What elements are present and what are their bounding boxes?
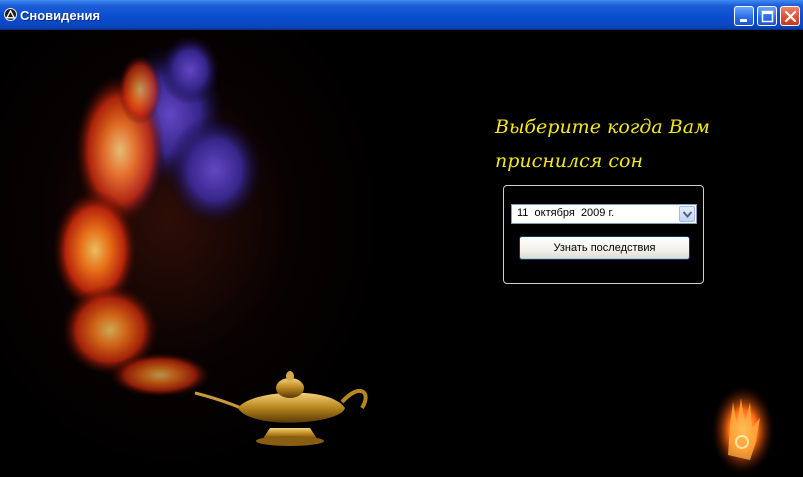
chevron-down-icon xyxy=(682,211,693,219)
maximize-button[interactable] xyxy=(757,6,777,26)
fire-hand-icon xyxy=(711,385,775,475)
date-picker[interactable]: 11 октября 2009 г. xyxy=(511,204,697,224)
close-icon xyxy=(784,10,797,23)
date-dropdown-button[interactable] xyxy=(679,206,695,222)
close-button[interactable] xyxy=(780,6,800,26)
submit-button[interactable]: Узнать последствия xyxy=(519,236,690,260)
minimize-button[interactable] xyxy=(734,6,754,26)
oil-lamp-icon xyxy=(194,371,368,446)
triangle-logo-icon[interactable] xyxy=(4,8,17,21)
app-window: Сновидения Выберите когда Вам приснился … xyxy=(0,0,803,477)
content-area: Выберите когда Вам приснился сон 11 октя… xyxy=(0,30,803,477)
minimize-icon xyxy=(740,19,747,22)
title-bar[interactable]: Сновидения xyxy=(0,0,803,30)
window-title: Сновидения xyxy=(20,8,101,23)
date-panel: 11 октября 2009 г. Узнать последствия xyxy=(503,185,704,284)
maximize-icon xyxy=(761,10,774,23)
prompt-heading: Выберите когда Вам приснился сон xyxy=(495,116,710,172)
date-value: 11 октября 2009 г. xyxy=(517,207,615,219)
